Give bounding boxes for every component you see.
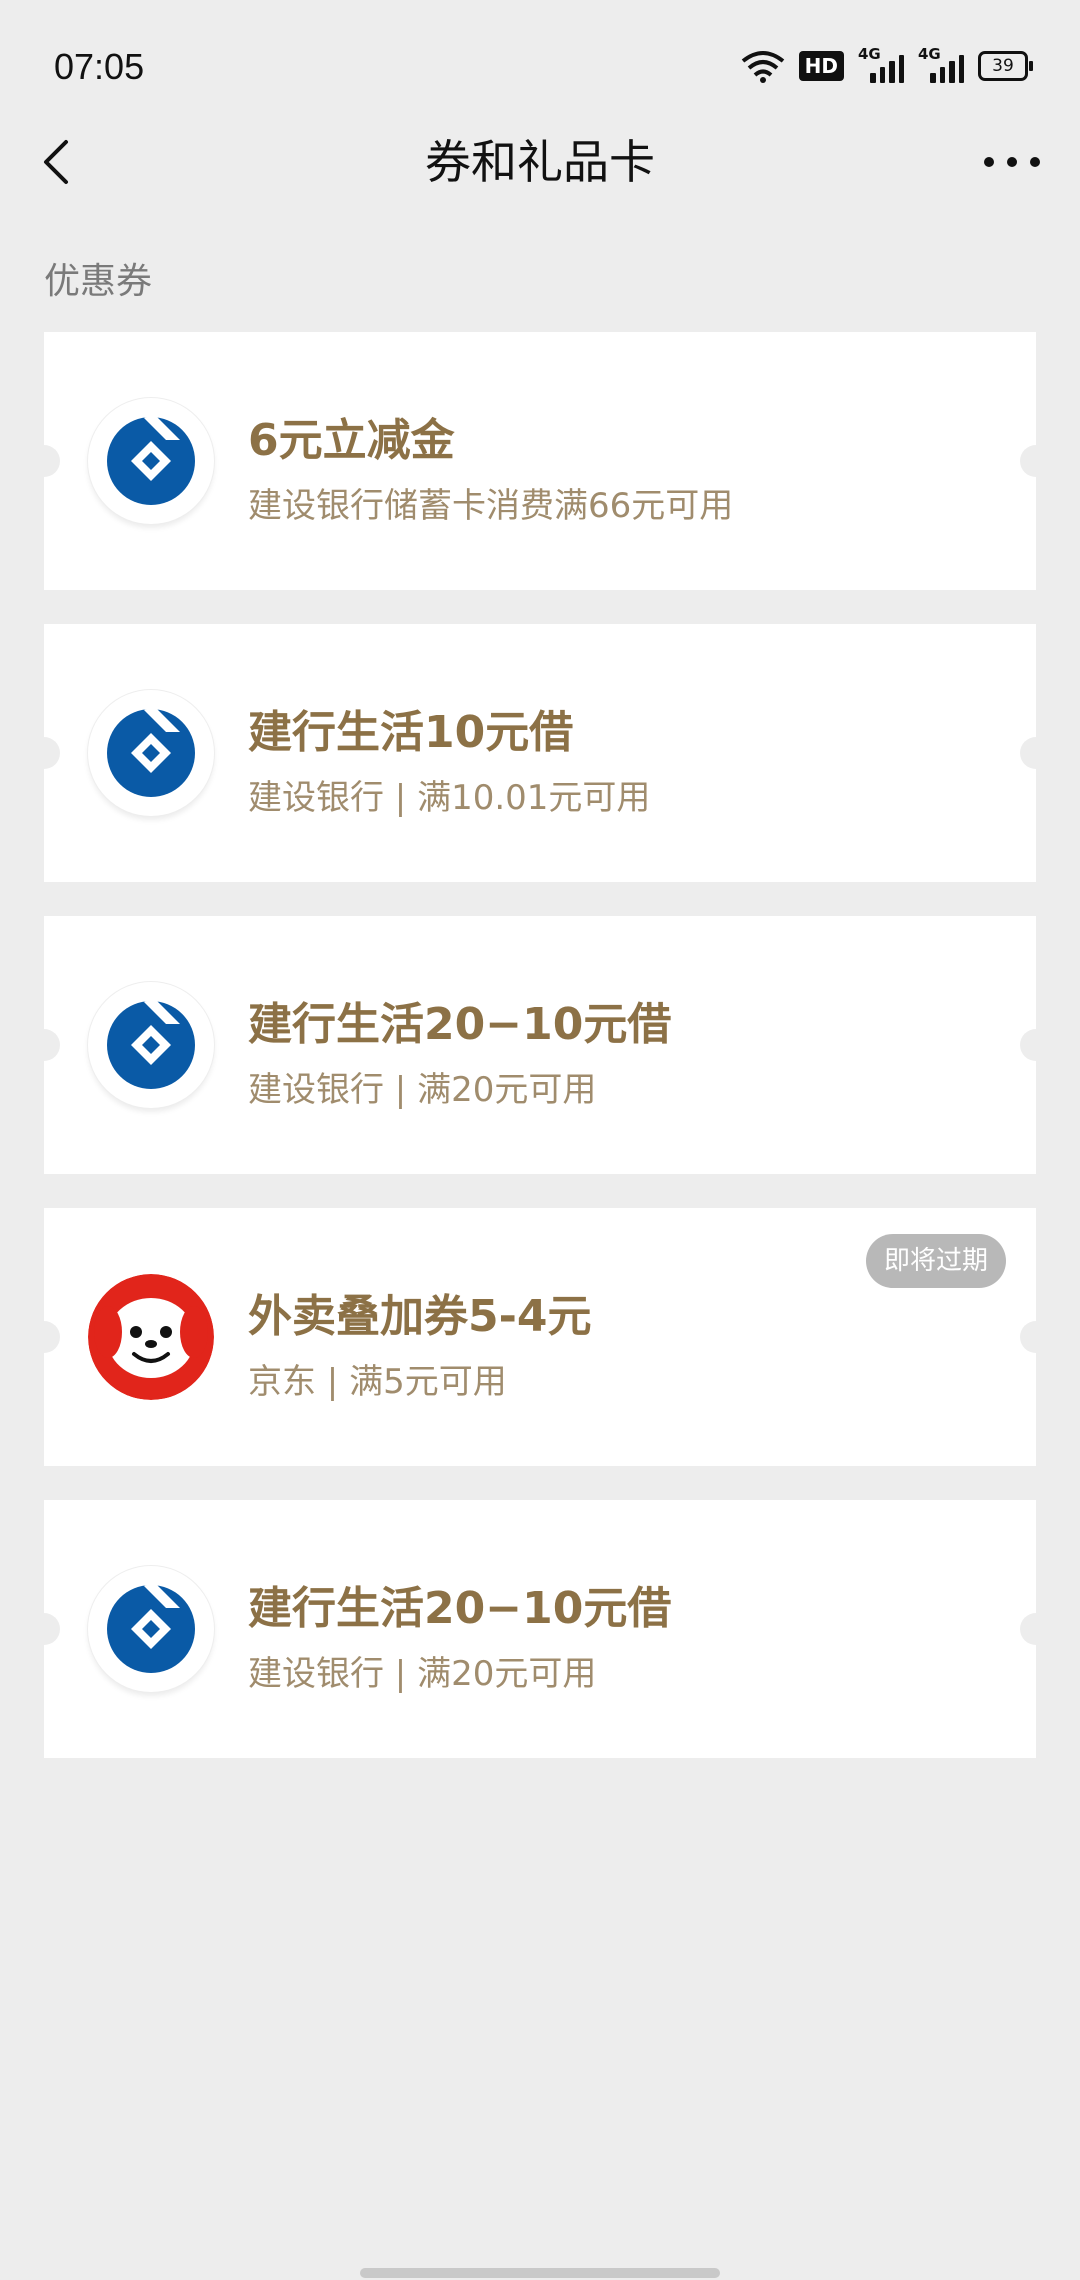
signal-2-icon: 4G [918,45,964,83]
more-button[interactable] [984,134,1040,190]
wifi-icon [741,51,784,83]
ccb-logo-icon [88,982,214,1108]
status-time: 07:05 [54,46,145,87]
home-indicator[interactable] [360,2268,720,2278]
section-title: 优惠券 [44,261,153,302]
coupon-desc: 建设银行储蓄卡消费满66元可用 [248,486,734,526]
signal-1-icon: 4G [858,45,904,83]
hd-voice-icon: HD [798,51,844,81]
coupon-desc: 建设银行 | 满20元可用 [248,1654,597,1694]
battery-icon: 39 [978,51,1033,81]
jd-logo-icon [88,1274,214,1400]
ccb-logo-icon [88,690,214,816]
coupon-desc: 建设银行 | 满20元可用 [248,1070,597,1110]
more-dot-icon [984,157,994,167]
coupon-name: 建行生活10元借 [248,707,574,758]
nav-bar: 券和礼品卡 [0,112,1080,212]
coupon-card[interactable]: 6元立减金 建设银行储蓄卡消费满66元可用 [28,332,1052,590]
status-bar: 07:05 HD 4G 4G 39 [0,0,1080,130]
coupon-card[interactable]: 建行生活20−10元借 建设银行 | 满20元可用 [28,1500,1052,1758]
coupon-name: 建行生活20−10元借 [248,1583,672,1634]
coupon-name: 外卖叠加券5-4元 [248,1291,592,1342]
ccb-logo-icon [88,398,214,524]
coupon-card[interactable]: 外卖叠加券5-4元 京东 | 满5元可用 即将过期 [28,1208,1052,1466]
more-dot-icon [1030,157,1040,167]
coupon-card[interactable]: 建行生活20−10元借 建设银行 | 满20元可用 [28,916,1052,1174]
ccb-logo-icon [88,1566,214,1692]
coupon-name: 6元立减金 [248,415,455,466]
expiring-badge: 即将过期 [865,1234,1006,1288]
coupon-desc: 京东 | 满5元可用 [248,1362,507,1402]
page-title: 券和礼品卡 [425,135,655,189]
more-dot-icon [1007,157,1017,167]
status-icons: HD 4G 4G 39 [741,45,1033,86]
coupon-card[interactable]: 建行生活10元借 建设银行 | 满10.01元可用 [28,624,1052,882]
coupon-name: 建行生活20−10元借 [248,999,672,1050]
coupon-desc: 建设银行 | 满10.01元可用 [248,778,651,818]
